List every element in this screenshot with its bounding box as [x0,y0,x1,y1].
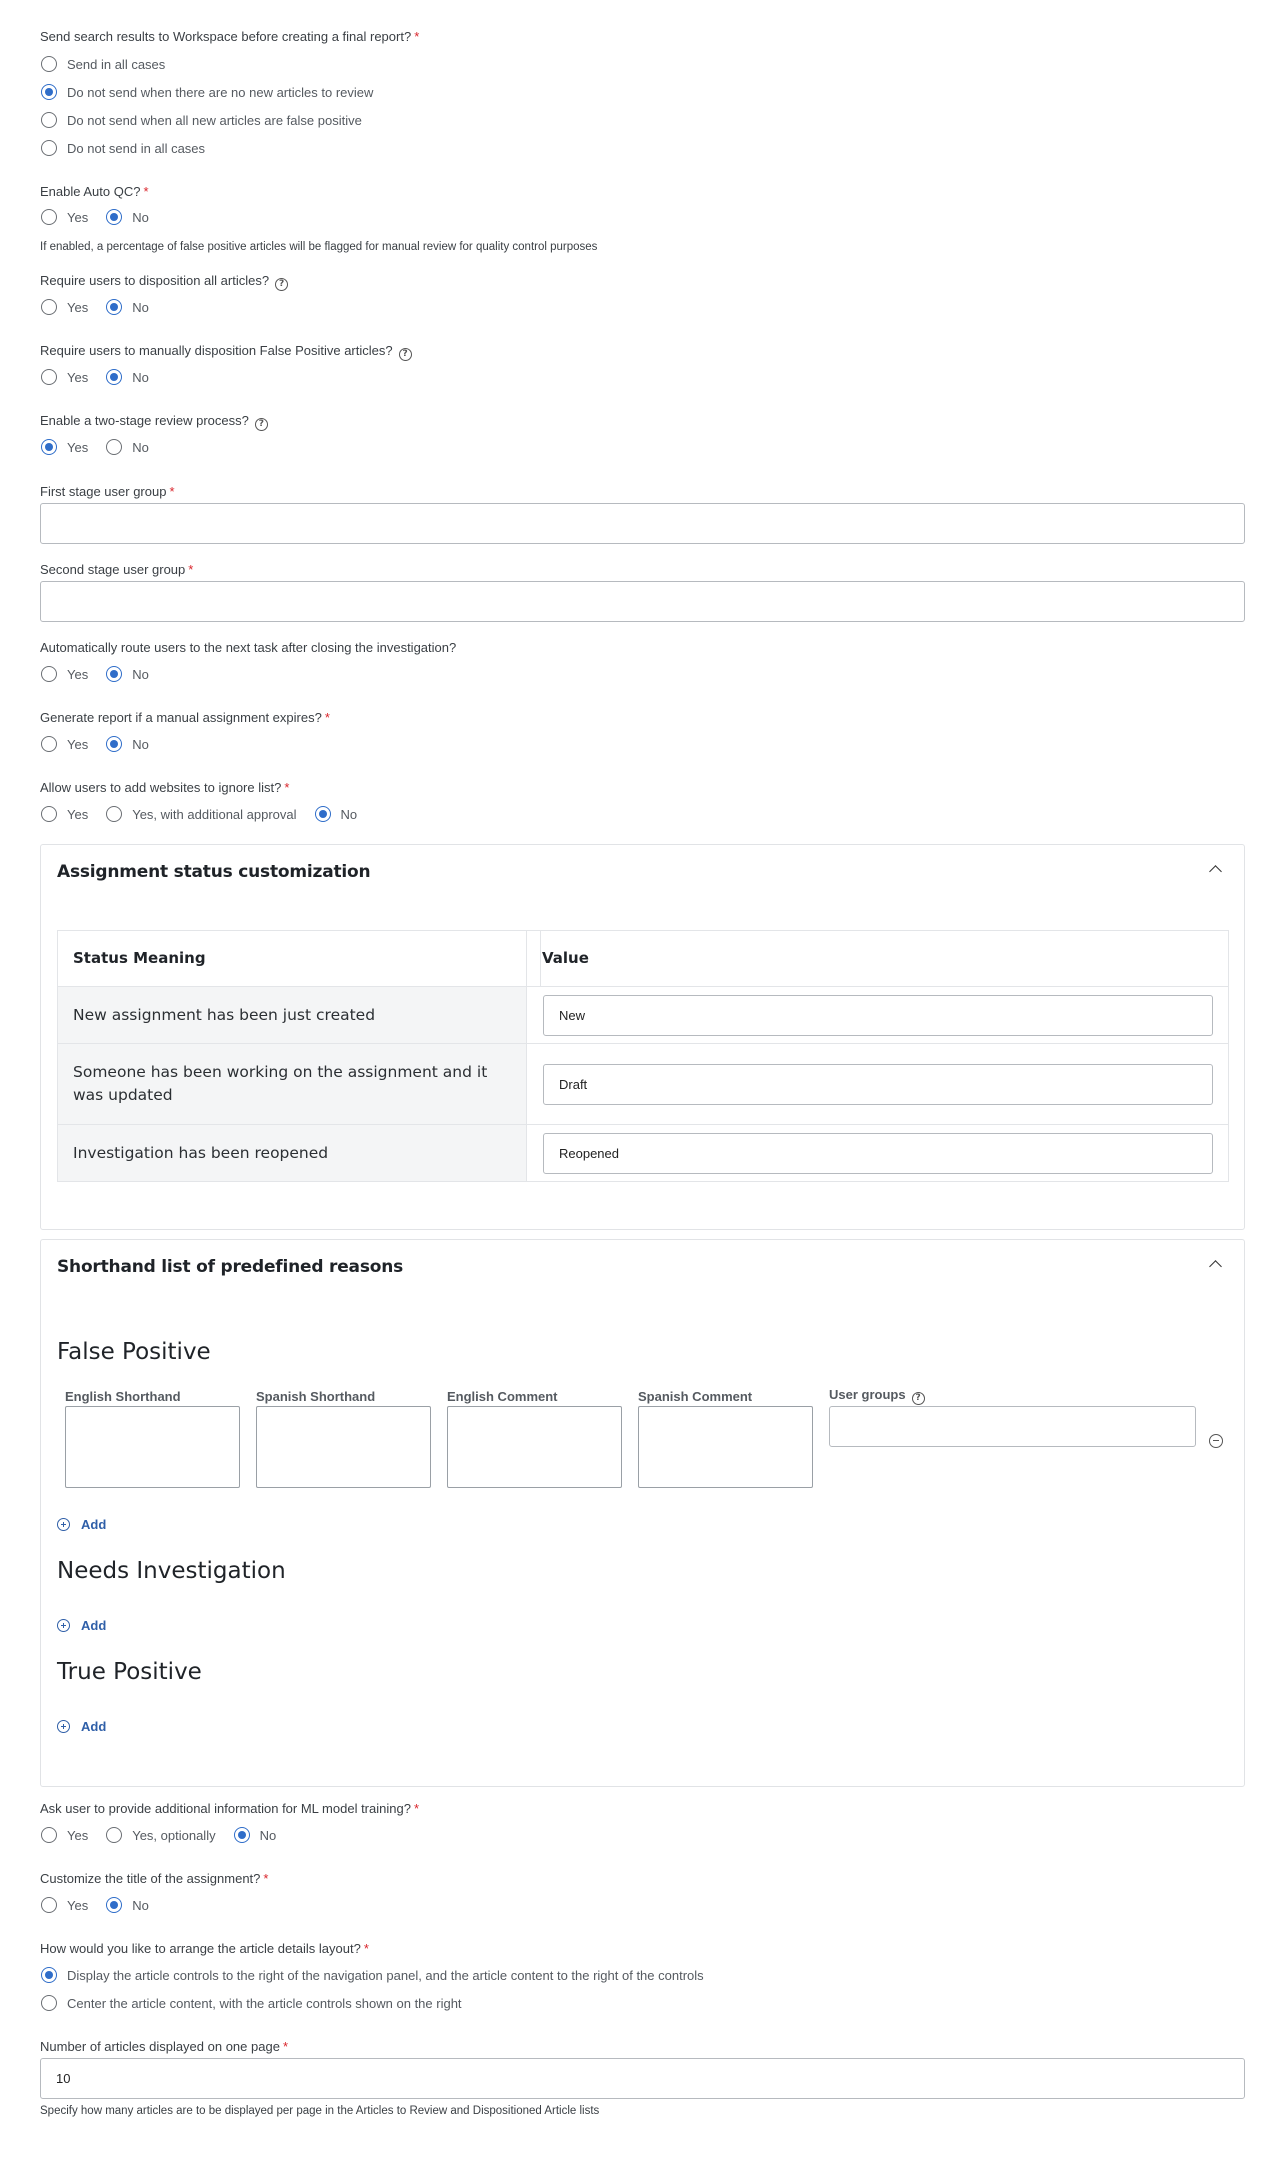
send-results-option-all[interactable]: Send in all cases [41,54,391,74]
column-english-comment: English Comment [447,1389,558,1404]
two-stage-label: Enable a two-stage review process?? [40,413,268,431]
remove-row-icon[interactable] [1209,1434,1223,1448]
custom-title-no[interactable]: No [106,1897,149,1913]
table-header-value: Value [526,930,1229,987]
column-spanish-shorthand: Spanish Shorthand [256,1389,376,1404]
section-false-positive: False Positive [57,1339,211,1365]
second-stage-group-label: Second stage user group * [40,562,194,577]
ml-training-yes[interactable]: Yes [41,1827,88,1843]
manual-fp-no[interactable]: No [106,369,149,385]
send-results-option-false-positive[interactable]: Do not send when all new articles are fa… [41,110,391,130]
auto-qc-radio-group: Yes No [41,207,167,227]
layout-option-centered[interactable]: Center the article content, with the art… [41,1993,722,2013]
help-icon[interactable]: ? [275,278,289,291]
disposition-all-label: Require users to disposition all article… [40,273,289,291]
auto-route-radio-group: Yes No [41,664,167,684]
disposition-all-no[interactable]: No [106,299,149,315]
english-shorthand-textarea[interactable] [65,1406,240,1488]
disposition-all-radio-group: Yes No [41,297,167,317]
layout-option-controls-left[interactable]: Display the article controls to the righ… [41,1965,722,1985]
ml-training-no[interactable]: No [233,1827,276,1843]
ignore-list-yes-approval[interactable]: Yes, with additional approval [106,806,297,822]
auto-qc-yes[interactable]: Yes [41,209,88,225]
assignment-status-panel: Assignment status customization Status M… [40,844,1245,1230]
table-row-value-cell: Draft [526,1043,1229,1125]
section-needs-investigation: Needs Investigation [57,1558,286,1584]
custom-title-yes[interactable]: Yes [41,1897,88,1913]
add-needs-investigation-button[interactable]: Add [57,1618,106,1633]
section-true-positive: True Positive [57,1659,202,1685]
table-header-status-meaning: Status Meaning [57,930,541,987]
report-expire-radio-group: Yes No [41,734,167,754]
send-results-label: Send search results to Workspace before … [40,29,420,44]
add-icon [57,1619,70,1632]
help-icon[interactable]: ? [254,418,268,431]
second-stage-group-input[interactable] [40,581,1245,622]
auto-qc-hint: If enabled, a percentage of false positi… [40,241,598,253]
add-true-positive-button[interactable]: Add [57,1719,106,1734]
ignore-list-yes[interactable]: Yes [41,806,88,822]
ml-training-radio-group: Yes Yes, optionally No [41,1825,294,1845]
send-results-option-none[interactable]: Do not send in all cases [41,138,391,158]
manual-fp-radio-group: Yes No [41,367,167,387]
table-row-meaning: New assignment has been just created [57,986,527,1044]
add-icon [57,1518,70,1531]
auto-route-no[interactable]: No [106,666,149,682]
ml-training-label: Ask user to provide additional informati… [40,1801,419,1816]
table-row-meaning: Someone has been working on the assignme… [57,1043,527,1125]
two-stage-radio-group: Yes No [41,437,167,457]
english-comment-textarea[interactable] [447,1406,622,1488]
column-spanish-comment: Spanish Comment [638,1389,753,1404]
help-icon[interactable]: ? [398,348,412,361]
custom-title-radio-group: Yes No [41,1895,167,1915]
help-icon[interactable]: ? [911,1392,925,1405]
auto-route-label: Automatically route users to the next ta… [40,640,457,655]
auto-qc-no[interactable]: No [106,209,149,225]
user-groups-input[interactable] [829,1406,1196,1447]
add-false-positive-button[interactable]: Add [57,1517,106,1532]
column-english-shorthand: English Shorthand [65,1389,181,1404]
status-value-input[interactable]: Draft [543,1063,1213,1105]
send-results-radio-group: Send in all cases Do not send when there… [41,54,391,158]
report-expire-no[interactable]: No [106,736,149,752]
articles-per-page-input[interactable]: 10 [40,2058,1245,2099]
table-row-meaning: Investigation has been reopened [57,1124,527,1182]
two-stage-no[interactable]: No [106,439,149,455]
ignore-list-no[interactable]: No [314,806,357,822]
spanish-shorthand-textarea[interactable] [256,1406,431,1488]
predefined-reasons-panel-title: Shorthand list of predefined reasons [57,1257,404,1277]
ml-training-optional[interactable]: Yes, optionally [106,1827,216,1843]
report-expire-yes[interactable]: Yes [41,736,88,752]
report-expire-label: Generate report if a manual assignment e… [40,710,330,725]
table-row-value-cell: New [526,986,1229,1044]
chevron-up-icon[interactable] [1209,1260,1222,1273]
send-results-option-no-new[interactable]: Do not send when there are no new articl… [41,82,391,102]
layout-label: How would you like to arrange the articl… [40,1941,369,1956]
chevron-up-icon[interactable] [1209,865,1222,878]
status-value-input[interactable]: Reopened [543,1132,1213,1174]
table-row-value-cell: Reopened [526,1124,1229,1182]
column-user-groups: User groups? [829,1387,925,1405]
auto-qc-label: Enable Auto QC? * [40,184,149,199]
assignment-status-panel-title: Assignment status customization [57,862,371,882]
ignore-list-radio-group: Yes Yes, with additional approval No [41,804,375,824]
predefined-reasons-panel: Shorthand list of predefined reasons Fal… [40,1239,1245,1787]
auto-route-yes[interactable]: Yes [41,666,88,682]
custom-title-label: Customize the title of the assignment? * [40,1871,269,1886]
first-stage-group-input[interactable] [40,503,1245,544]
articles-per-page-hint: Specify how many articles are to be disp… [40,2105,600,2117]
spanish-comment-textarea[interactable] [638,1406,813,1488]
articles-per-page-label: Number of articles displayed on one page… [40,2039,288,2054]
two-stage-yes[interactable]: Yes [41,439,88,455]
ignore-list-label: Allow users to add websites to ignore li… [40,780,290,795]
status-value-input[interactable]: New [543,994,1213,1036]
layout-radio-group: Display the article controls to the righ… [41,1965,722,2013]
disposition-all-yes[interactable]: Yes [41,299,88,315]
manual-fp-label: Require users to manually disposition Fa… [40,343,412,361]
manual-fp-yes[interactable]: Yes [41,369,88,385]
first-stage-group-label: First stage user group * [40,484,175,499]
add-icon [57,1720,70,1733]
